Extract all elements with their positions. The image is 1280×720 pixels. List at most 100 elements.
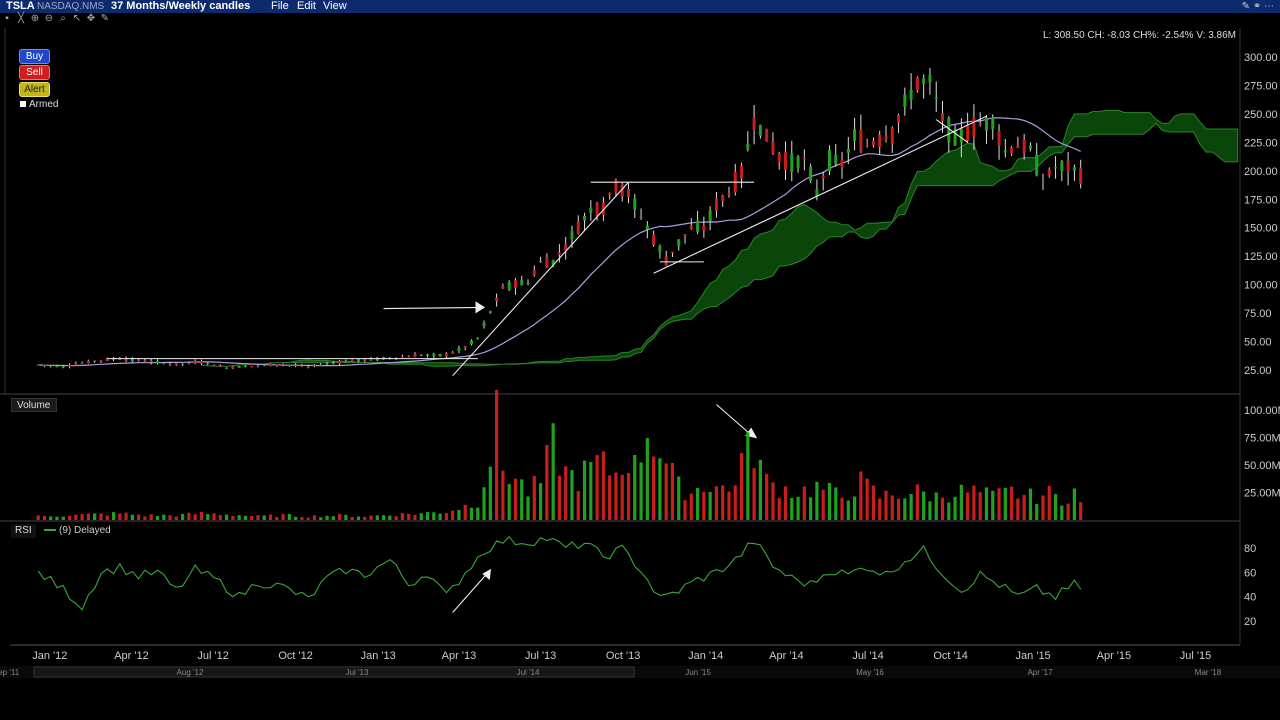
- price-tick-label: 300.00: [1244, 52, 1278, 64]
- volume-bar: [438, 513, 442, 520]
- volume-bar: [739, 453, 744, 520]
- candle-body: [212, 364, 216, 366]
- volume-bar: [1060, 505, 1064, 520]
- volume-bar: [49, 516, 53, 520]
- candle-body: [300, 365, 304, 367]
- volume-bar: [526, 496, 530, 520]
- volume-bar: [55, 516, 59, 520]
- candle-body: [545, 257, 549, 269]
- volume-bar: [746, 432, 750, 520]
- candle-body: [469, 340, 473, 345]
- candle-body: [884, 136, 888, 140]
- candle-body: [652, 234, 656, 245]
- volume-bar: [111, 512, 116, 520]
- volume-bar: [394, 516, 398, 520]
- volume-bar: [752, 468, 756, 520]
- volume-panel-label[interactable]: Volume: [11, 398, 57, 412]
- volume-bar: [802, 486, 806, 520]
- candle-body: [746, 143, 750, 151]
- candle-body: [344, 360, 348, 363]
- volume-bar: [457, 509, 461, 520]
- volume-bar: [551, 423, 555, 520]
- volume-bar: [105, 515, 109, 520]
- candle-body: [1010, 147, 1014, 154]
- time-tick-label: Jan '12: [32, 650, 67, 662]
- candle-body: [55, 365, 59, 367]
- rsi-params[interactable]: (9) Delayed: [44, 524, 111, 538]
- candle-body: [275, 364, 279, 366]
- scrollbar-label: Jul '14: [517, 668, 540, 677]
- volume-bar: [783, 486, 788, 520]
- volume-bar: [149, 514, 153, 520]
- volume-bar: [683, 500, 687, 520]
- candle-body: [218, 366, 222, 368]
- volume-bar: [206, 514, 210, 520]
- candle-body: [1047, 169, 1051, 176]
- candle-body: [356, 358, 360, 362]
- volume-bar: [940, 497, 945, 520]
- volume-bar: [909, 494, 913, 520]
- candle-body: [771, 141, 775, 154]
- price-tick-label: 225.00: [1244, 137, 1278, 149]
- alert-button[interactable]: Alert: [19, 82, 50, 97]
- candle-body: [677, 239, 681, 246]
- candle-body: [972, 117, 976, 137]
- candle-body: [61, 366, 65, 368]
- candle-body: [765, 128, 769, 142]
- candle-body: [645, 225, 649, 230]
- candle-body: [658, 246, 662, 253]
- volume-bar: [218, 515, 222, 520]
- trendline-up: [452, 181, 629, 377]
- volume-bar: [432, 512, 436, 520]
- volume-bar: [1066, 503, 1070, 520]
- scrollbar-label: Mar '18: [1195, 668, 1222, 677]
- sell-button[interactable]: Sell: [19, 65, 50, 80]
- candle-body: [840, 159, 844, 168]
- price-chart[interactable]: 25.00 50.00 75.00 100.00 125.00 150.00 175.00 2…: [0, 0, 1280, 720]
- volume-bar: [482, 487, 486, 520]
- price-tick-label: 175.00: [1244, 194, 1278, 206]
- volume-bar: [224, 514, 229, 520]
- candle-body: [702, 225, 706, 231]
- price-tick-label: 150.00: [1244, 223, 1278, 235]
- volume-bar: [476, 507, 480, 520]
- candle-body: [532, 269, 536, 276]
- volume-bar: [1041, 495, 1045, 520]
- candle-body: [199, 361, 203, 364]
- candle-body: [1041, 181, 1045, 183]
- time-tick-label: Oct '13: [606, 650, 641, 662]
- buy-button[interactable]: Buy: [19, 49, 50, 64]
- volume-bar: [714, 486, 719, 520]
- candle-body: [928, 74, 932, 83]
- candle-body: [1060, 161, 1064, 171]
- candle-body: [984, 117, 988, 131]
- time-tick-label: Oct '12: [278, 650, 313, 662]
- candle-body: [86, 360, 90, 364]
- volume-bar: [162, 514, 166, 520]
- candle-body: [407, 356, 411, 358]
- candle-body: [670, 251, 674, 253]
- time-tick-label: Jan '14: [688, 650, 723, 662]
- volume-bar: [809, 497, 813, 520]
- volume-bar: [99, 513, 103, 520]
- rsi-panel-label[interactable]: RSI: [11, 524, 36, 538]
- candle-body: [1072, 167, 1076, 171]
- ichimoku-cloud: [201, 109, 1239, 367]
- candle-body: [890, 127, 894, 144]
- candle-body: [853, 128, 857, 142]
- volume-bar: [231, 515, 235, 520]
- candle-body: [608, 193, 612, 196]
- armed-checkbox[interactable]: Armed: [20, 99, 58, 110]
- candle-body: [526, 282, 530, 284]
- candle-body: [922, 78, 926, 84]
- candle-body: [1028, 145, 1032, 150]
- volume-bar: [463, 504, 467, 520]
- volume-bar: [934, 492, 938, 520]
- candle-body: [696, 220, 700, 232]
- volume-bar: [287, 514, 291, 520]
- volume-bar: [118, 513, 122, 520]
- volume-bar: [538, 483, 543, 520]
- candle-body: [49, 365, 53, 367]
- candle-body: [287, 364, 291, 366]
- time-tick-label: Apr '12: [114, 650, 149, 662]
